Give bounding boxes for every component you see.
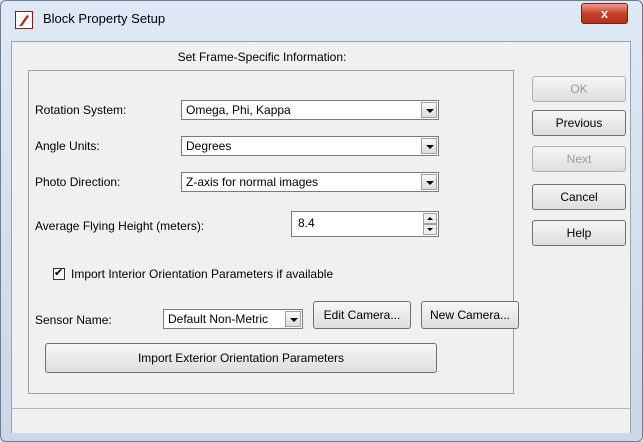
help-button[interactable]: Help xyxy=(532,220,626,246)
spin-down-icon[interactable] xyxy=(423,224,437,235)
sensor-name-value: Default Non-Metric xyxy=(168,312,269,326)
section-heading: Set Frame-Specific Information: xyxy=(177,50,347,64)
next-button[interactable]: Next xyxy=(532,146,626,172)
chevron-down-icon[interactable] xyxy=(421,102,437,118)
angle-units-label: Angle Units: xyxy=(35,139,100,153)
previous-button[interactable]: Previous xyxy=(532,110,626,136)
chevron-down-icon[interactable] xyxy=(421,138,437,154)
window-title: Block Property Setup xyxy=(43,11,166,26)
cancel-button[interactable]: Cancel xyxy=(532,184,626,210)
spin-up-icon[interactable] xyxy=(423,213,437,224)
photo-direction-label: Photo Direction: xyxy=(35,175,121,189)
import-io-label: Import Interior Orientation Parameters i… xyxy=(71,267,334,281)
dialog-client: Set Frame-Specific Information: Rotation… xyxy=(11,41,631,433)
rotation-system-value: Omega, Phi, Kappa xyxy=(186,103,291,117)
flying-height-label: Average Flying Height (meters): xyxy=(35,219,205,233)
close-button[interactable]: x xyxy=(581,3,628,24)
flying-height-spinner[interactable]: 8.4 xyxy=(291,211,439,237)
angle-units-value: Degrees xyxy=(186,139,232,153)
new-camera-button[interactable]: New Camera... xyxy=(421,301,519,329)
import-eo-button[interactable]: Import Exterior Orientation Parameters xyxy=(45,343,437,373)
rotation-system-label: Rotation System: xyxy=(35,103,127,117)
sensor-name-select[interactable]: Default Non-Metric xyxy=(163,309,303,329)
dialog-window: Block Property Setup x Set Frame-Specifi… xyxy=(0,0,643,442)
photo-direction-select[interactable]: Z-axis for normal images xyxy=(181,172,439,192)
app-icon xyxy=(15,11,33,29)
status-bar xyxy=(12,408,630,433)
sensor-name-label: Sensor Name: xyxy=(35,313,112,327)
chevron-down-icon[interactable] xyxy=(421,174,437,190)
import-io-checkbox[interactable] xyxy=(53,266,65,280)
rotation-system-select[interactable]: Omega, Phi, Kappa xyxy=(181,100,439,120)
frame-info-group: Rotation System: Omega, Phi, Kappa Angle… xyxy=(28,70,519,394)
photo-direction-value: Z-axis for normal images xyxy=(186,175,319,189)
edit-camera-button[interactable]: Edit Camera... xyxy=(313,301,411,329)
spinner-buttons xyxy=(423,213,437,235)
flying-height-value: 8.4 xyxy=(298,216,315,230)
title-bar[interactable]: Block Property Setup x xyxy=(1,1,642,41)
angle-units-select[interactable]: Degrees xyxy=(181,136,439,156)
chevron-down-icon[interactable] xyxy=(285,311,301,327)
ok-button[interactable]: OK xyxy=(532,76,626,102)
